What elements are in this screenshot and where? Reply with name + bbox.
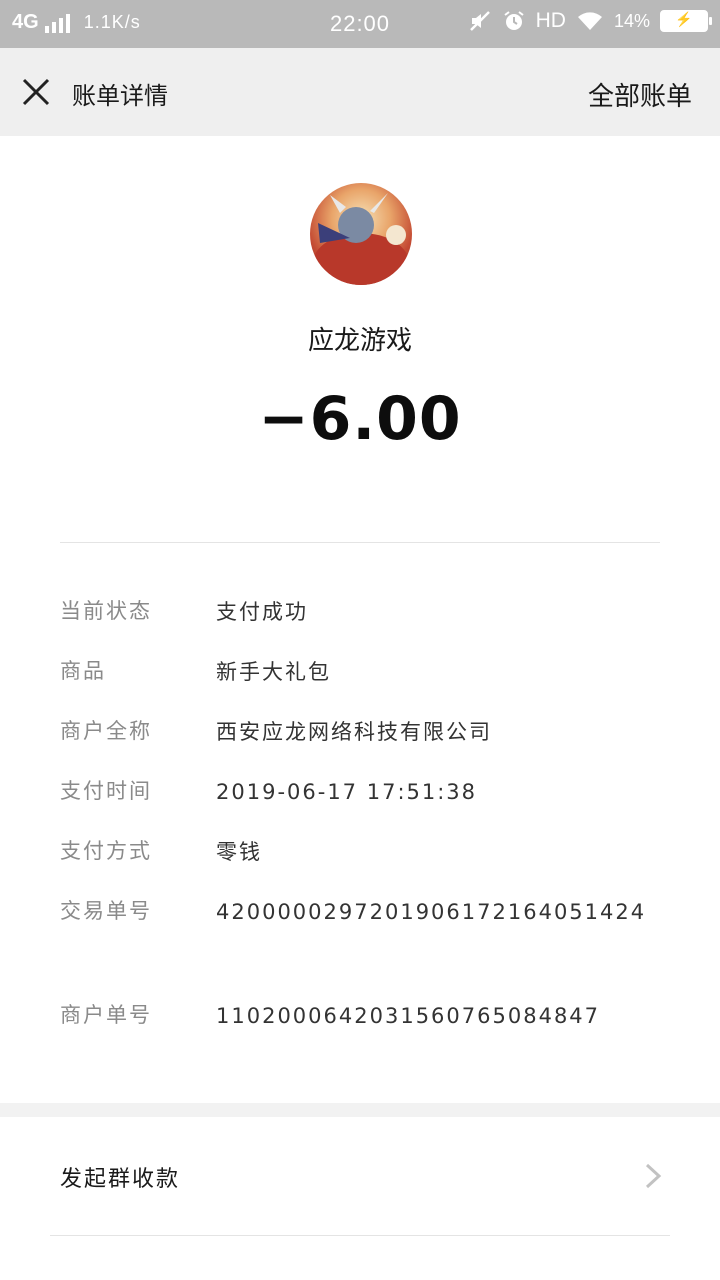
divider	[60, 542, 660, 543]
detail-row-product: 商品 新手大礼包	[60, 650, 656, 694]
close-icon[interactable]	[20, 76, 52, 108]
divider	[50, 1235, 670, 1236]
detail-label: 商户全称	[60, 719, 152, 743]
detail-row-merchant-order-id: 商户单号 1102000642031560765084847	[60, 994, 656, 1038]
detail-value: 2019-06-17 17:51:38	[216, 780, 478, 804]
detail-label: 当前状态	[60, 599, 152, 623]
group-collect-row[interactable]: 发起群收款	[0, 1117, 720, 1235]
detail-label: 商品	[60, 659, 106, 683]
merchant-avatar	[310, 183, 412, 285]
alarm-icon	[504, 11, 524, 30]
merchant-name: 应龙游戏	[307, 326, 412, 356]
mute-icon	[469, 11, 490, 31]
detail-value: 西安应龙网络科技有限公司	[216, 720, 492, 744]
detail-label: 交易单号	[60, 899, 152, 923]
detail-row-merchant-fullname: 商户全称 西安应龙网络科技有限公司	[60, 710, 656, 754]
chevron-right-icon	[645, 1163, 662, 1189]
nav-header: 账单详情 全部账单	[0, 48, 720, 136]
section-separator	[0, 1103, 720, 1117]
detail-row-pay-time: 支付时间 2019-06-17 17:51:38	[60, 770, 656, 814]
battery-percent: 14%	[613, 10, 650, 31]
page-title: 账单详情	[72, 82, 168, 110]
detail-row-status: 当前状态 支付成功	[60, 590, 656, 634]
battery-icon: ⚡	[660, 10, 712, 32]
hd-indicator: HD	[535, 9, 566, 32]
detail-value: 4200000297201906172164051424	[216, 900, 647, 924]
group-collect-label: 发起群收款	[60, 1167, 181, 1192]
transaction-amount: −6.00	[258, 384, 462, 454]
detail-value: 零钱	[216, 840, 262, 864]
detail-value: 1102000642031560765084847	[216, 1004, 601, 1028]
detail-label: 支付方式	[60, 839, 152, 863]
detail-value: 新手大礼包	[216, 660, 331, 684]
detail-label: 商户单号	[60, 1003, 152, 1027]
detail-row-transaction-id: 交易单号 4200000297201906172164051424	[60, 890, 656, 934]
all-bills-link[interactable]: 全部账单	[588, 76, 692, 113]
detail-row-pay-method: 支付方式 零钱	[60, 830, 656, 874]
detail-label: 支付时间	[60, 779, 152, 803]
status-bar: 4G 1.1K/s 22:00 HD 14% ⚡	[0, 0, 720, 48]
wifi-icon	[577, 12, 602, 30]
detail-value: 支付成功	[216, 600, 308, 624]
